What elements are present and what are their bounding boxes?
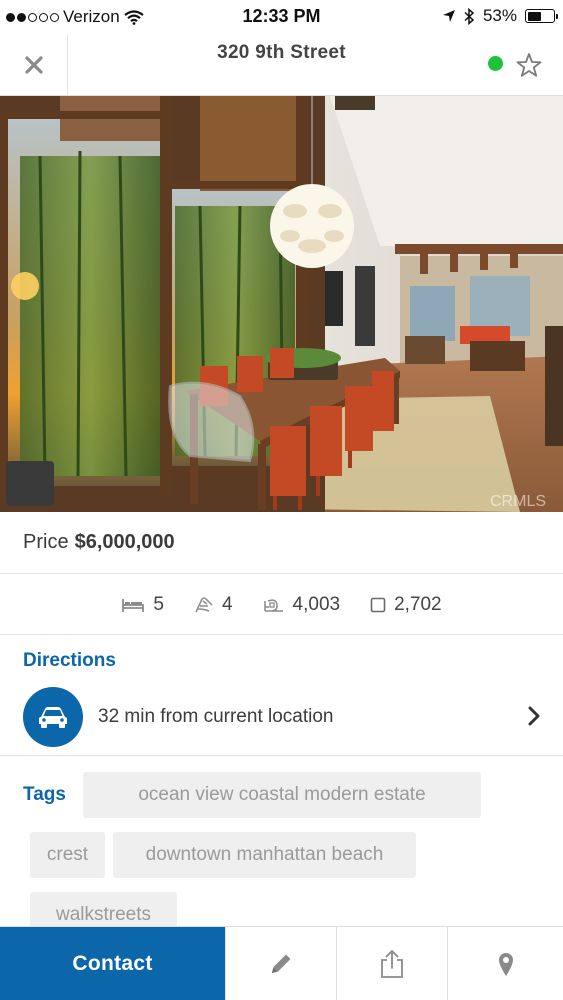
chevron-right-icon [528, 706, 540, 726]
baths-stat: 4 [194, 594, 233, 616]
tags-heading: Tags [23, 784, 66, 805]
tag-chip[interactable]: downtown manhattan beach [113, 832, 416, 878]
edit-button[interactable] [225, 927, 336, 1000]
lot-value: 2,702 [394, 593, 442, 615]
lot-icon [370, 597, 386, 612]
map-button[interactable] [447, 927, 563, 1000]
location-arrow-icon [442, 10, 455, 22]
status-indicators: 53% [442, 6, 558, 26]
car-icon [39, 707, 67, 728]
car-icon-circle [23, 687, 83, 747]
price-value: $6,000,000 [74, 531, 175, 553]
photo-watermark: CRMLS [490, 493, 546, 510]
nav-bar: 320 9th Street [0, 34, 563, 96]
pencil-icon [272, 954, 291, 973]
bottom-toolbar: Contact [0, 926, 563, 1000]
battery-percent: 53% [482, 6, 517, 25]
sqft-icon [263, 598, 283, 612]
lot-stat: 2,702 [370, 594, 442, 616]
listing-photo[interactable]: CRMLS [0, 96, 563, 512]
baths-count: 4 [221, 593, 233, 615]
directions-row[interactable]: 32 min from current location [0, 684, 563, 756]
availability-status-dot [488, 56, 503, 71]
tag-chip[interactable]: ocean view coastal modern estate [83, 772, 481, 818]
share-icon [381, 950, 403, 978]
battery-icon [525, 9, 558, 23]
map-pin-icon [498, 953, 513, 976]
property-stats: 5 4 4,003 2,702 [0, 575, 563, 635]
bed-icon [122, 598, 145, 612]
price-label: Price [23, 531, 69, 553]
directions-heading: Directions [23, 650, 116, 671]
battery-level [527, 11, 541, 21]
tag-chip[interactable]: crest [30, 832, 105, 878]
favorite-star-icon[interactable] [515, 51, 543, 79]
status-bar: Verizon 12:33 PM 53% [0, 0, 563, 34]
bluetooth-icon [464, 7, 475, 25]
page-title: 320 9th Street [217, 42, 346, 63]
price-row: Price $6,000,000 [0, 512, 563, 574]
beds-stat: 5 [121, 594, 164, 616]
bath-icon [195, 596, 213, 612]
share-button[interactable] [336, 927, 447, 1000]
sqft-stat: 4,003 [263, 593, 341, 616]
beds-count: 5 [153, 593, 164, 615]
sqft-value: 4,003 [292, 593, 341, 615]
contact-button[interactable]: Contact [0, 927, 225, 1000]
directions-eta: 32 min from current location [98, 706, 334, 727]
